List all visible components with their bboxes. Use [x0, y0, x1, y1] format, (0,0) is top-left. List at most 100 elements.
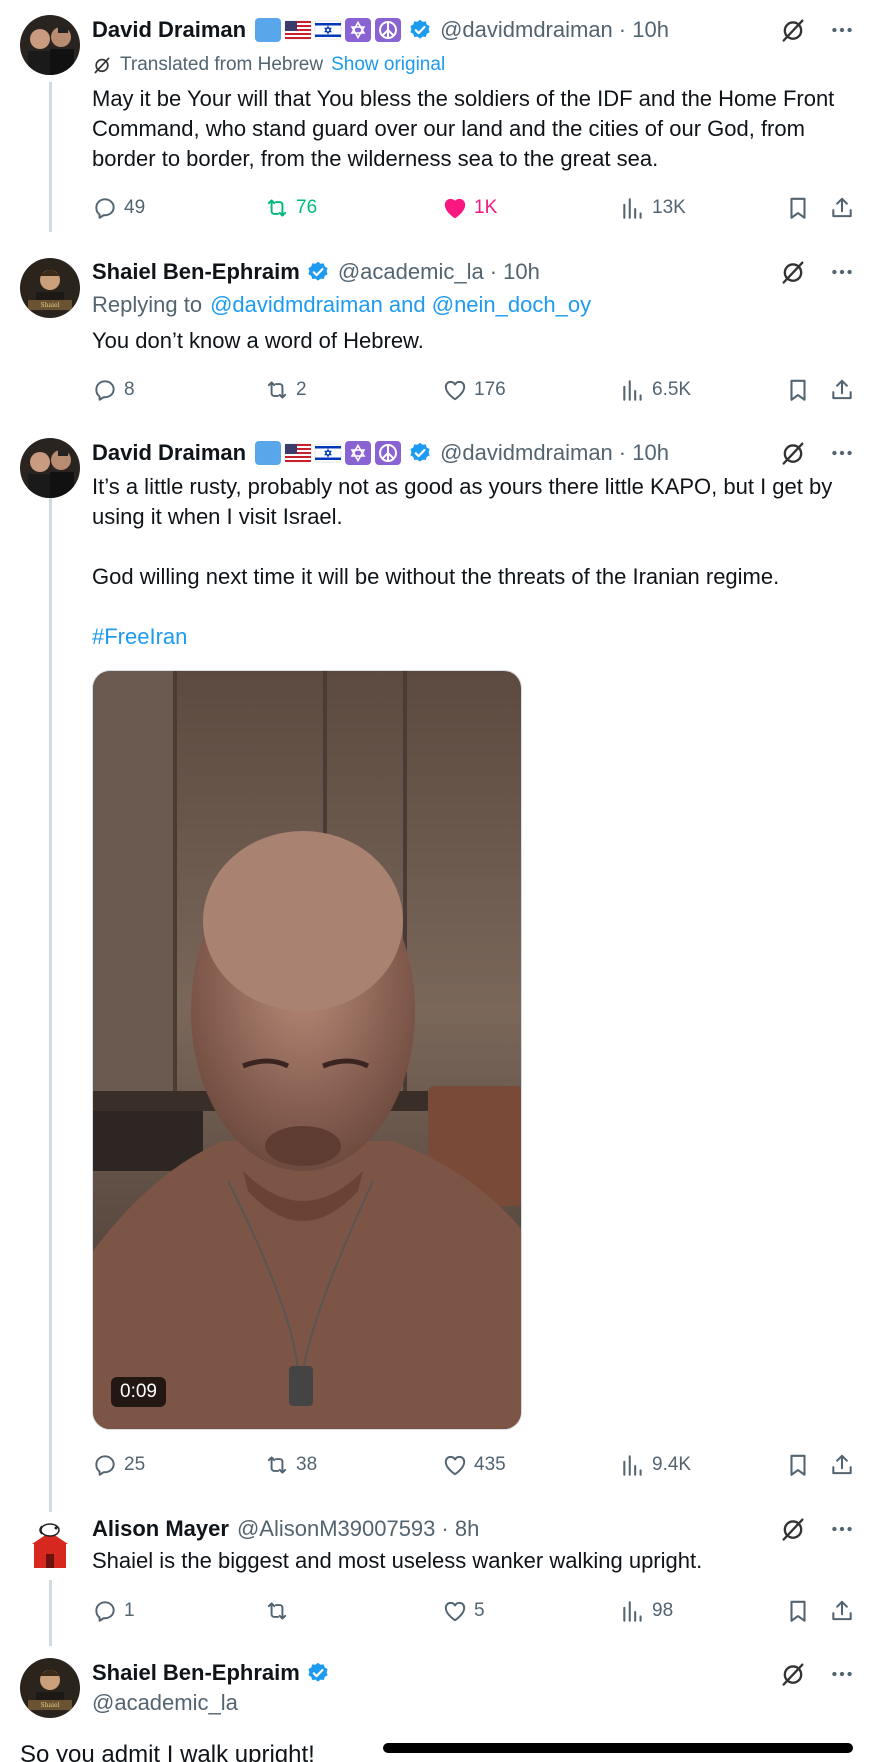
views-icon [620, 1452, 646, 1478]
avatar[interactable]: Shaiel [20, 1658, 80, 1718]
retweet-button[interactable] [264, 1596, 296, 1626]
view-count: 13K [652, 197, 686, 218]
share-button[interactable] [829, 375, 855, 405]
thread-line [49, 1580, 52, 1646]
retweet-button[interactable]: 76 [264, 193, 317, 223]
timestamp[interactable]: · 10h [619, 17, 669, 43]
bookmark-icon [785, 1452, 811, 1478]
reply-button[interactable]: 1 [92, 1596, 135, 1626]
us-flag-icon [284, 17, 312, 43]
like-button[interactable]: 1K [442, 193, 497, 223]
tweet-text: It’s a little rusty, probably not as goo… [92, 472, 855, 652]
blue-square-emoji-icon [254, 17, 282, 43]
reply-button[interactable]: 25 [92, 1450, 145, 1480]
tweet-paragraph: God willing next time it will be without… [92, 564, 780, 589]
more-options-icon[interactable] [829, 1661, 855, 1687]
hashtag-link[interactable]: #FreeIran [92, 622, 855, 652]
reply-count: 25 [124, 1454, 146, 1475]
bookmark-button[interactable] [785, 1596, 811, 1626]
timestamp[interactable]: · 8h [441, 1516, 479, 1542]
heart-icon [442, 1452, 468, 1478]
svg-text:Shaiel: Shaiel [41, 1702, 60, 1709]
tweet-text: Shaiel is the biggest and most useless w… [92, 1548, 703, 1573]
like-count: 1K [474, 197, 498, 218]
like-count: 176 [474, 379, 506, 400]
author-handle[interactable]: @davidmdraiman [440, 17, 613, 43]
translate-icon [92, 55, 112, 75]
thread-line [49, 82, 52, 232]
tweet-actions: 8 2 176 6.5K [92, 375, 855, 405]
reply-icon [92, 377, 118, 403]
retweet-count: 2 [296, 379, 307, 400]
grok-icon[interactable] [779, 16, 807, 44]
israel-flag-icon [314, 440, 342, 466]
avatar[interactable]: Shaiel [20, 258, 80, 318]
bookmark-button[interactable] [785, 1450, 811, 1480]
grok-icon[interactable] [779, 258, 807, 286]
like-button[interactable]: 5 [442, 1596, 485, 1626]
tweet-actions: 25 38 435 9.4K [92, 1450, 855, 1480]
author-handle[interactable]: @academic_la [92, 1690, 238, 1716]
tweet-actions: 49 76 1K 13K [92, 193, 855, 223]
name-emojis [254, 440, 402, 466]
avatar[interactable] [20, 1514, 80, 1574]
retweet-icon [264, 1452, 290, 1478]
show-original-link[interactable]: Show original [331, 54, 445, 76]
grok-icon[interactable] [779, 439, 807, 467]
timestamp[interactable]: · 10h [619, 440, 669, 466]
tweet-text: You don’t know a word of Hebrew. [92, 328, 424, 353]
reply-button[interactable]: 8 [92, 375, 135, 405]
bookmark-icon [785, 377, 811, 403]
grok-icon[interactable] [779, 1515, 807, 1543]
video-player[interactable]: 0:09 [92, 670, 522, 1430]
bookmark-icon [785, 195, 811, 221]
reply-count: 1 [124, 1600, 135, 1621]
home-indicator[interactable] [383, 1743, 853, 1753]
share-icon [829, 377, 855, 403]
grok-icon[interactable] [779, 1660, 807, 1688]
reply-count: 49 [124, 197, 146, 218]
timestamp[interactable]: · 10h [490, 259, 540, 285]
share-button[interactable] [829, 193, 855, 223]
like-button[interactable]: 435 [442, 1450, 506, 1480]
view-count: 6.5K [652, 379, 692, 400]
bookmark-button[interactable] [785, 375, 811, 405]
share-button[interactable] [829, 1450, 855, 1480]
replying-to-users-link[interactable]: @davidmdraiman and @nein_doch_oy [210, 292, 591, 318]
retweet-button[interactable]: 2 [264, 375, 307, 405]
avatar[interactable] [20, 438, 80, 498]
views-button[interactable]: 13K [620, 193, 686, 223]
retweet-icon [264, 195, 290, 221]
svg-text:Shaiel: Shaiel [41, 302, 60, 309]
author-handle[interactable]: @academic_la [338, 259, 484, 285]
bookmark-button[interactable] [785, 193, 811, 223]
more-options-icon[interactable] [829, 440, 855, 466]
reply-count: 8 [124, 379, 135, 400]
verified-badge-icon [306, 260, 330, 284]
retweet-button[interactable]: 38 [264, 1450, 317, 1480]
more-options-icon[interactable] [829, 259, 855, 285]
author-name[interactable]: Shaiel Ben-Ephraim [92, 259, 300, 285]
more-options-icon[interactable] [829, 1516, 855, 1542]
author-handle[interactable]: @davidmdraiman [440, 440, 613, 466]
views-icon [620, 195, 646, 221]
avatar[interactable] [20, 15, 80, 75]
author-name[interactable]: Alison Mayer [92, 1516, 229, 1542]
author-handle[interactable]: @AlisonM39007593 [237, 1516, 435, 1542]
bookmark-icon [785, 1598, 811, 1624]
more-options-icon[interactable] [829, 17, 855, 43]
author-name[interactable]: Shaiel Ben-Ephraim [92, 1660, 300, 1686]
like-button[interactable]: 176 [442, 375, 506, 405]
author-name[interactable]: David Draiman [92, 17, 246, 43]
like-count: 5 [474, 1600, 485, 1621]
author-name[interactable]: David Draiman [92, 440, 246, 466]
view-count: 98 [652, 1600, 674, 1621]
verified-badge-icon [408, 441, 432, 465]
views-button[interactable]: 98 [620, 1596, 673, 1626]
views-icon [620, 377, 646, 403]
views-button[interactable]: 9.4K [620, 1450, 691, 1480]
views-button[interactable]: 6.5K [620, 375, 691, 405]
heart-filled-icon [442, 195, 468, 221]
reply-button[interactable]: 49 [92, 193, 145, 223]
share-button[interactable] [829, 1596, 855, 1626]
